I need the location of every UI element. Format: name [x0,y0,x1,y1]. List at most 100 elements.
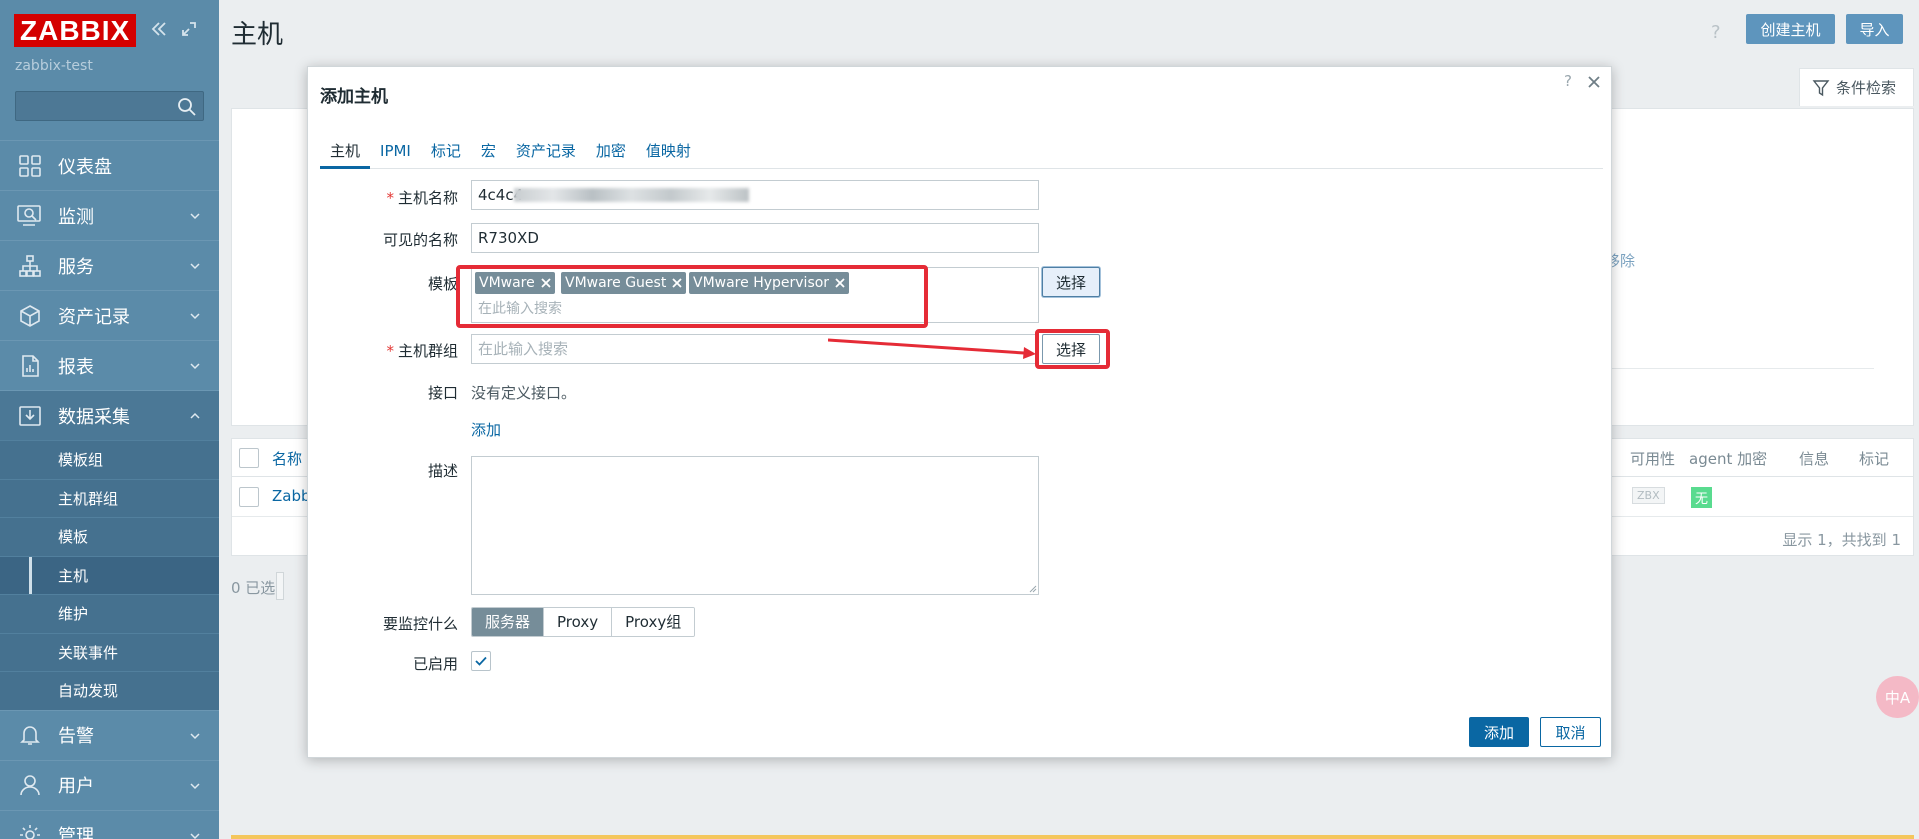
menu-services[interactable]: 服务 [0,240,219,290]
monitored-by-proxy-group[interactable]: Proxy组 [612,608,695,636]
dialog-help-icon[interactable]: ? [1564,72,1572,90]
tab-value-mapping[interactable]: 值映射 [636,139,701,169]
column-name[interactable]: 名称 [272,448,302,469]
dashboard-icon [17,153,43,179]
submenu-templates[interactable]: 模板 [0,517,219,556]
tab-host[interactable]: 主机 [320,139,371,169]
submenu-hosts[interactable]: 主机 [0,555,219,594]
help-icon[interactable]: ? [1711,22,1721,43]
chevron-down-icon [190,363,200,370]
add-button[interactable]: 添加 [1469,717,1529,747]
host-groups-label: * 主机群组 [386,342,458,360]
collapse-sidebar-icon[interactable] [150,20,168,38]
submenu-host-groups[interactable]: 主机群组 [0,478,219,518]
templates-multiselect[interactable]: VMware VMware Guest VMware Hypervisor 在此… [471,267,1039,323]
select-all-checkbox[interactable] [239,448,259,468]
submenu-event-correlation[interactable]: 关联事件 [0,632,219,672]
menu-administration[interactable]: 管理 [0,809,219,839]
filter-tab[interactable]: 条件检索 [1799,68,1914,106]
templates-select-button[interactable]: 选择 [1042,267,1100,297]
tab-inventory[interactable]: 资产记录 [506,139,586,169]
menu-monitoring[interactable]: 监测 [0,190,219,240]
templates-search-placeholder[interactable]: 在此输入搜索 [478,298,562,318]
host-name-link[interactable]: Zabb [272,487,311,505]
annotation-arrow-icon [828,338,1036,359]
menu-label: 用户 [58,776,94,797]
services-icon [17,253,43,279]
row-checkbox[interactable] [239,487,259,507]
chevron-down-icon [190,832,200,839]
sidebar-controls [150,20,198,38]
bottom-warning-bar [231,835,1914,839]
resize-grip-icon[interactable] [1027,583,1037,593]
user-icon [17,772,43,798]
menu-alerts[interactable]: 告警 [0,709,219,760]
add-interface-link[interactable]: 添加 [471,419,501,440]
menu-label: 仪表盘 [58,156,112,178]
mass-action-button[interactable] [276,572,284,600]
kiosk-mode-icon[interactable] [180,20,198,38]
tab-encryption[interactable]: 加密 [586,139,636,169]
remove-chip-icon[interactable] [672,278,682,288]
description-label: 描述 [427,462,458,480]
host-name-input[interactable]: 4c4c4 [471,180,1039,210]
submenu-discovery[interactable]: 自动发现 [0,671,219,710]
tab-macros[interactable]: 宏 [471,139,506,169]
filter-label: 条件检索 [1836,79,1897,97]
search-icon [178,98,196,116]
encryption-none-badge: 无 [1691,487,1713,508]
remove-chip-icon[interactable] [541,278,551,288]
inventory-icon [17,303,43,329]
translate-widget[interactable]: 中A [1876,676,1919,718]
menu-reports[interactable]: 报表 [0,340,219,390]
menu-dashboard[interactable]: 仪表盘 [0,140,219,190]
monitored-by-server[interactable]: 服务器 [472,608,545,636]
menu-label: 数据采集 [58,406,130,428]
description-textarea[interactable] [471,456,1039,595]
chevron-up-icon [190,412,200,419]
chevron-down-icon [190,263,200,270]
selected-count: 0 已选 [231,579,276,597]
add-host-dialog: 添加主机 ? 主机 IPMI 标记 宏 资产记录 加密 值映射 * 主机名称 4c… [307,66,1612,758]
monitored-by-toggle: 服务器 Proxy Proxy组 [471,607,696,637]
menu-data-collection[interactable]: 数据采集 [0,390,219,440]
table-footer: 显示 1，共找到 1 [1782,531,1901,549]
menu-label: 监测 [58,206,94,228]
zabbix-logo[interactable]: ZABBIX [14,14,137,47]
sidebar-search-input[interactable] [15,91,204,121]
data-collection-icon [17,403,43,429]
filter-icon [1812,79,1830,96]
monitoring-icon [17,203,43,229]
gear-icon [17,822,43,839]
remove-chip-icon[interactable] [835,278,845,288]
server-name: zabbix-test [15,58,93,74]
visible-name-input[interactable]: R730XD [471,223,1039,253]
close-icon[interactable] [1585,73,1603,91]
column-info: 信息 [1799,450,1830,468]
menu-users[interactable]: 用户 [0,759,219,810]
reports-icon [17,353,43,379]
submenu-maintenance[interactable]: 维护 [0,594,219,633]
templates-label: 模板 [427,275,458,293]
tab-ipmi[interactable]: IPMI [370,139,421,169]
chevron-down-icon [190,213,200,220]
cancel-button[interactable]: 取消 [1540,717,1601,747]
menu-inventory[interactable]: 资产记录 [0,290,219,340]
menu-label: 服务 [58,256,94,278]
create-host-button[interactable]: 创建主机 [1746,14,1835,44]
monitored-by-proxy[interactable]: Proxy [544,608,613,636]
menu-label: 告警 [58,726,94,747]
tab-tags[interactable]: 标记 [421,139,471,169]
zbx-interface-badge: ZBX [1632,487,1665,504]
column-agent-encryption: agent 加密 [1689,450,1768,468]
enabled-label: 已启用 [412,655,458,673]
chevron-down-icon [190,782,200,789]
enabled-checkbox[interactable] [471,651,491,671]
menu-label: 资产记录 [58,306,130,328]
main-menu: 仪表盘 监测 服务 资产记录 报表 数据采集 模板组 主机群组 模板 主机 维护… [0,140,219,839]
import-button[interactable]: 导入 [1846,14,1903,44]
redacted-text [514,188,749,202]
submenu-template-groups[interactable]: 模板组 [0,440,219,479]
host-groups-select-button[interactable]: 选择 [1042,334,1100,364]
sidebar: ZABBIX zabbix-test 仪表盘 监测 服务 资产记录 报表 数据采… [0,0,219,839]
